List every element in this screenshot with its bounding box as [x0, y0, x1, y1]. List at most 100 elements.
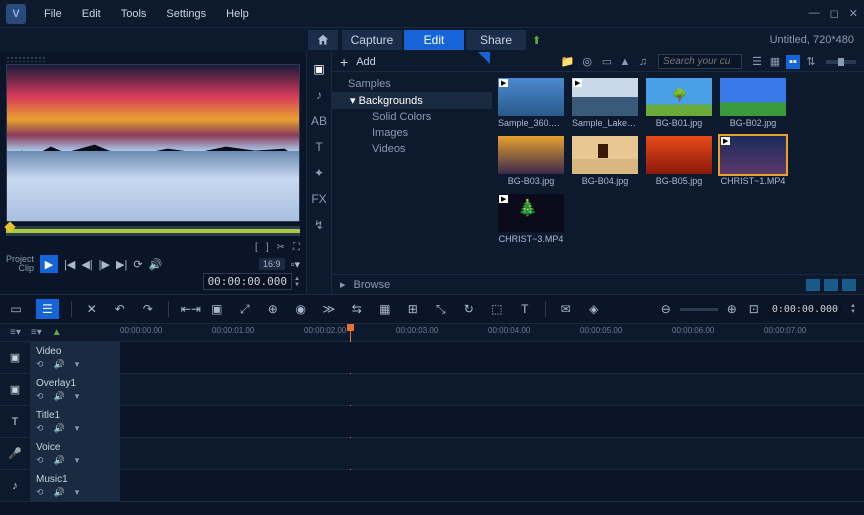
- zoom-in-icon[interactable]: ⊕: [724, 302, 740, 316]
- add-label[interactable]: Add: [356, 56, 376, 68]
- track-type-icon[interactable]: 🎤: [0, 438, 30, 469]
- timeline-timecode-spinner[interactable]: ▲▼: [850, 303, 856, 315]
- track-lane[interactable]: [120, 374, 864, 405]
- subtitle-icon[interactable]: T: [517, 302, 533, 316]
- track-mute-icon[interactable]: 🔊: [54, 391, 65, 402]
- track-header[interactable]: Music1⟲🔊▾: [30, 470, 120, 501]
- browse-tree-icon[interactable]: ▸: [340, 278, 346, 291]
- thumbnail[interactable]: BG-B05.jpg: [646, 136, 712, 186]
- track-lane[interactable]: [120, 470, 864, 501]
- track-header[interactable]: Voice⟲🔊▾: [30, 438, 120, 469]
- add-icon[interactable]: +: [340, 54, 348, 70]
- enlarge-icon[interactable]: ⛶: [293, 242, 300, 253]
- browse-label[interactable]: Browse: [354, 279, 391, 291]
- thumbnail[interactable]: ▶CHRIST~3.MP4: [498, 194, 564, 244]
- thumbnail[interactable]: BG-B01.jpg: [646, 78, 712, 128]
- track-lane[interactable]: [120, 342, 864, 373]
- track-extra-icon[interactable]: ▾: [75, 455, 80, 466]
- track-extra-icon[interactable]: ▾: [75, 391, 80, 402]
- footer-btn-1[interactable]: [806, 279, 820, 291]
- ripple-icon[interactable]: ⇤⇥: [181, 302, 197, 316]
- track-mute-icon[interactable]: 🔊: [54, 359, 65, 370]
- favorite-corner-icon[interactable]: [478, 52, 490, 64]
- resize-icon[interactable]: ⤡: [433, 302, 449, 317]
- track-header[interactable]: Title1⟲🔊▾: [30, 406, 120, 437]
- close-icon[interactable]: ✕: [849, 7, 858, 20]
- filter-audio-icon[interactable]: ♫: [636, 55, 650, 69]
- motion-icon[interactable]: ⬚: [489, 302, 505, 316]
- go-end-icon[interactable]: ▶|: [116, 258, 127, 271]
- minimize-icon[interactable]: —: [809, 7, 820, 20]
- title-tool-icon[interactable]: T: [310, 138, 328, 156]
- playback-mode-label[interactable]: Project Clip: [6, 255, 34, 273]
- menu-file[interactable]: File: [34, 4, 72, 24]
- footer-btn-3[interactable]: [842, 279, 856, 291]
- filter-video-icon[interactable]: ▭: [600, 55, 614, 69]
- scrubber-handle[interactable]: [4, 221, 15, 232]
- track-link-icon[interactable]: ⟲: [36, 423, 44, 434]
- add-marker-icon[interactable]: ▲: [52, 327, 62, 338]
- tree-samples[interactable]: Samples: [332, 76, 492, 92]
- go-start-icon[interactable]: |◀: [64, 258, 75, 271]
- track-type-icon[interactable]: ♪: [0, 470, 30, 501]
- preview-scrubber[interactable]: [6, 226, 300, 236]
- track-type-icon[interactable]: T: [0, 406, 30, 437]
- timeline-view-icon[interactable]: ☰: [36, 299, 59, 319]
- track-link-icon[interactable]: ⟲: [36, 391, 44, 402]
- menu-help[interactable]: Help: [216, 4, 259, 24]
- menu-tools[interactable]: Tools: [111, 4, 157, 24]
- track-type-icon[interactable]: ▣: [0, 342, 30, 373]
- resize-options-icon[interactable]: ▫▾: [291, 258, 300, 271]
- thumbnail[interactable]: ▶Sample_Lake.m...: [572, 78, 638, 128]
- media-tool-icon[interactable]: ▣: [310, 60, 328, 78]
- tab-share[interactable]: Share: [466, 30, 526, 50]
- track-extra-icon[interactable]: ▾: [75, 423, 80, 434]
- play-button[interactable]: ▶: [40, 255, 58, 273]
- grid-view-icon[interactable]: ▦: [768, 55, 782, 69]
- aspect-dropdown[interactable]: 16:9: [259, 258, 285, 270]
- tools-icon[interactable]: ✕: [84, 302, 100, 316]
- menu-settings[interactable]: Settings: [156, 4, 216, 24]
- crop-icon[interactable]: ▣: [209, 302, 225, 316]
- track-type-icon[interactable]: ▣: [0, 374, 30, 405]
- pan-zoom-icon[interactable]: ⤢: [237, 302, 253, 317]
- export-icon[interactable]: ⬆: [532, 34, 541, 47]
- tree-videos[interactable]: Videos: [332, 141, 492, 157]
- tree-solid-colors[interactable]: Solid Colors: [332, 109, 492, 125]
- fx-tool-icon[interactable]: FX: [310, 190, 328, 208]
- loop-icon[interactable]: ⟳: [133, 258, 142, 271]
- mark-out-icon[interactable]: ]: [266, 242, 269, 253]
- footer-btn-2[interactable]: [824, 279, 838, 291]
- track-link-icon[interactable]: ⟲: [36, 487, 44, 498]
- track-motion-icon[interactable]: ↻: [461, 302, 477, 316]
- sort-icon[interactable]: ⇅: [804, 55, 818, 69]
- track-mute-icon[interactable]: 🔊: [54, 487, 65, 498]
- path-tool-icon[interactable]: ↯: [310, 216, 328, 234]
- storyboard-view-icon[interactable]: ▭: [8, 302, 24, 316]
- panel-grip[interactable]: [6, 56, 46, 62]
- graphics-tool-icon[interactable]: ✦: [310, 164, 328, 182]
- track-header[interactable]: Overlay1⟲🔊▾: [30, 374, 120, 405]
- transition-tool-icon[interactable]: AB: [310, 112, 328, 130]
- thumbnail[interactable]: ▶CHRIST~1.MP4: [720, 136, 786, 186]
- track-link-icon[interactable]: ⟲: [36, 359, 44, 370]
- menu-edit[interactable]: Edit: [72, 4, 111, 24]
- reverse-icon[interactable]: ⇆: [349, 302, 365, 316]
- track-header[interactable]: Video⟲🔊▾: [30, 342, 120, 373]
- thumbnail[interactable]: BG-B04.jpg: [572, 136, 638, 186]
- timecode-spinner[interactable]: ▲▼: [294, 276, 300, 288]
- import-folder-icon[interactable]: 📁: [561, 55, 575, 68]
- thumbnail[interactable]: BG-B03.jpg: [498, 136, 564, 186]
- filter-photo-icon[interactable]: ▲: [618, 55, 632, 69]
- marker-icon[interactable]: ✉: [558, 302, 574, 316]
- tab-capture[interactable]: Capture: [342, 30, 402, 50]
- thumbnail[interactable]: ▶Sample_360.mp4: [498, 78, 564, 128]
- track-lane[interactable]: [120, 406, 864, 437]
- track-options-1-icon[interactable]: ≡▾: [10, 327, 21, 338]
- speed-icon[interactable]: ≫: [321, 302, 337, 316]
- track-extra-icon[interactable]: ▾: [75, 487, 80, 498]
- track-link-icon[interactable]: ⟲: [36, 455, 44, 466]
- track-extra-icon[interactable]: ▾: [75, 359, 80, 370]
- undo-icon[interactable]: ↶: [112, 302, 128, 316]
- timeline-ruler[interactable]: 00:00:00.0000:00:01.0000:00:02.0000:00:0…: [120, 324, 864, 341]
